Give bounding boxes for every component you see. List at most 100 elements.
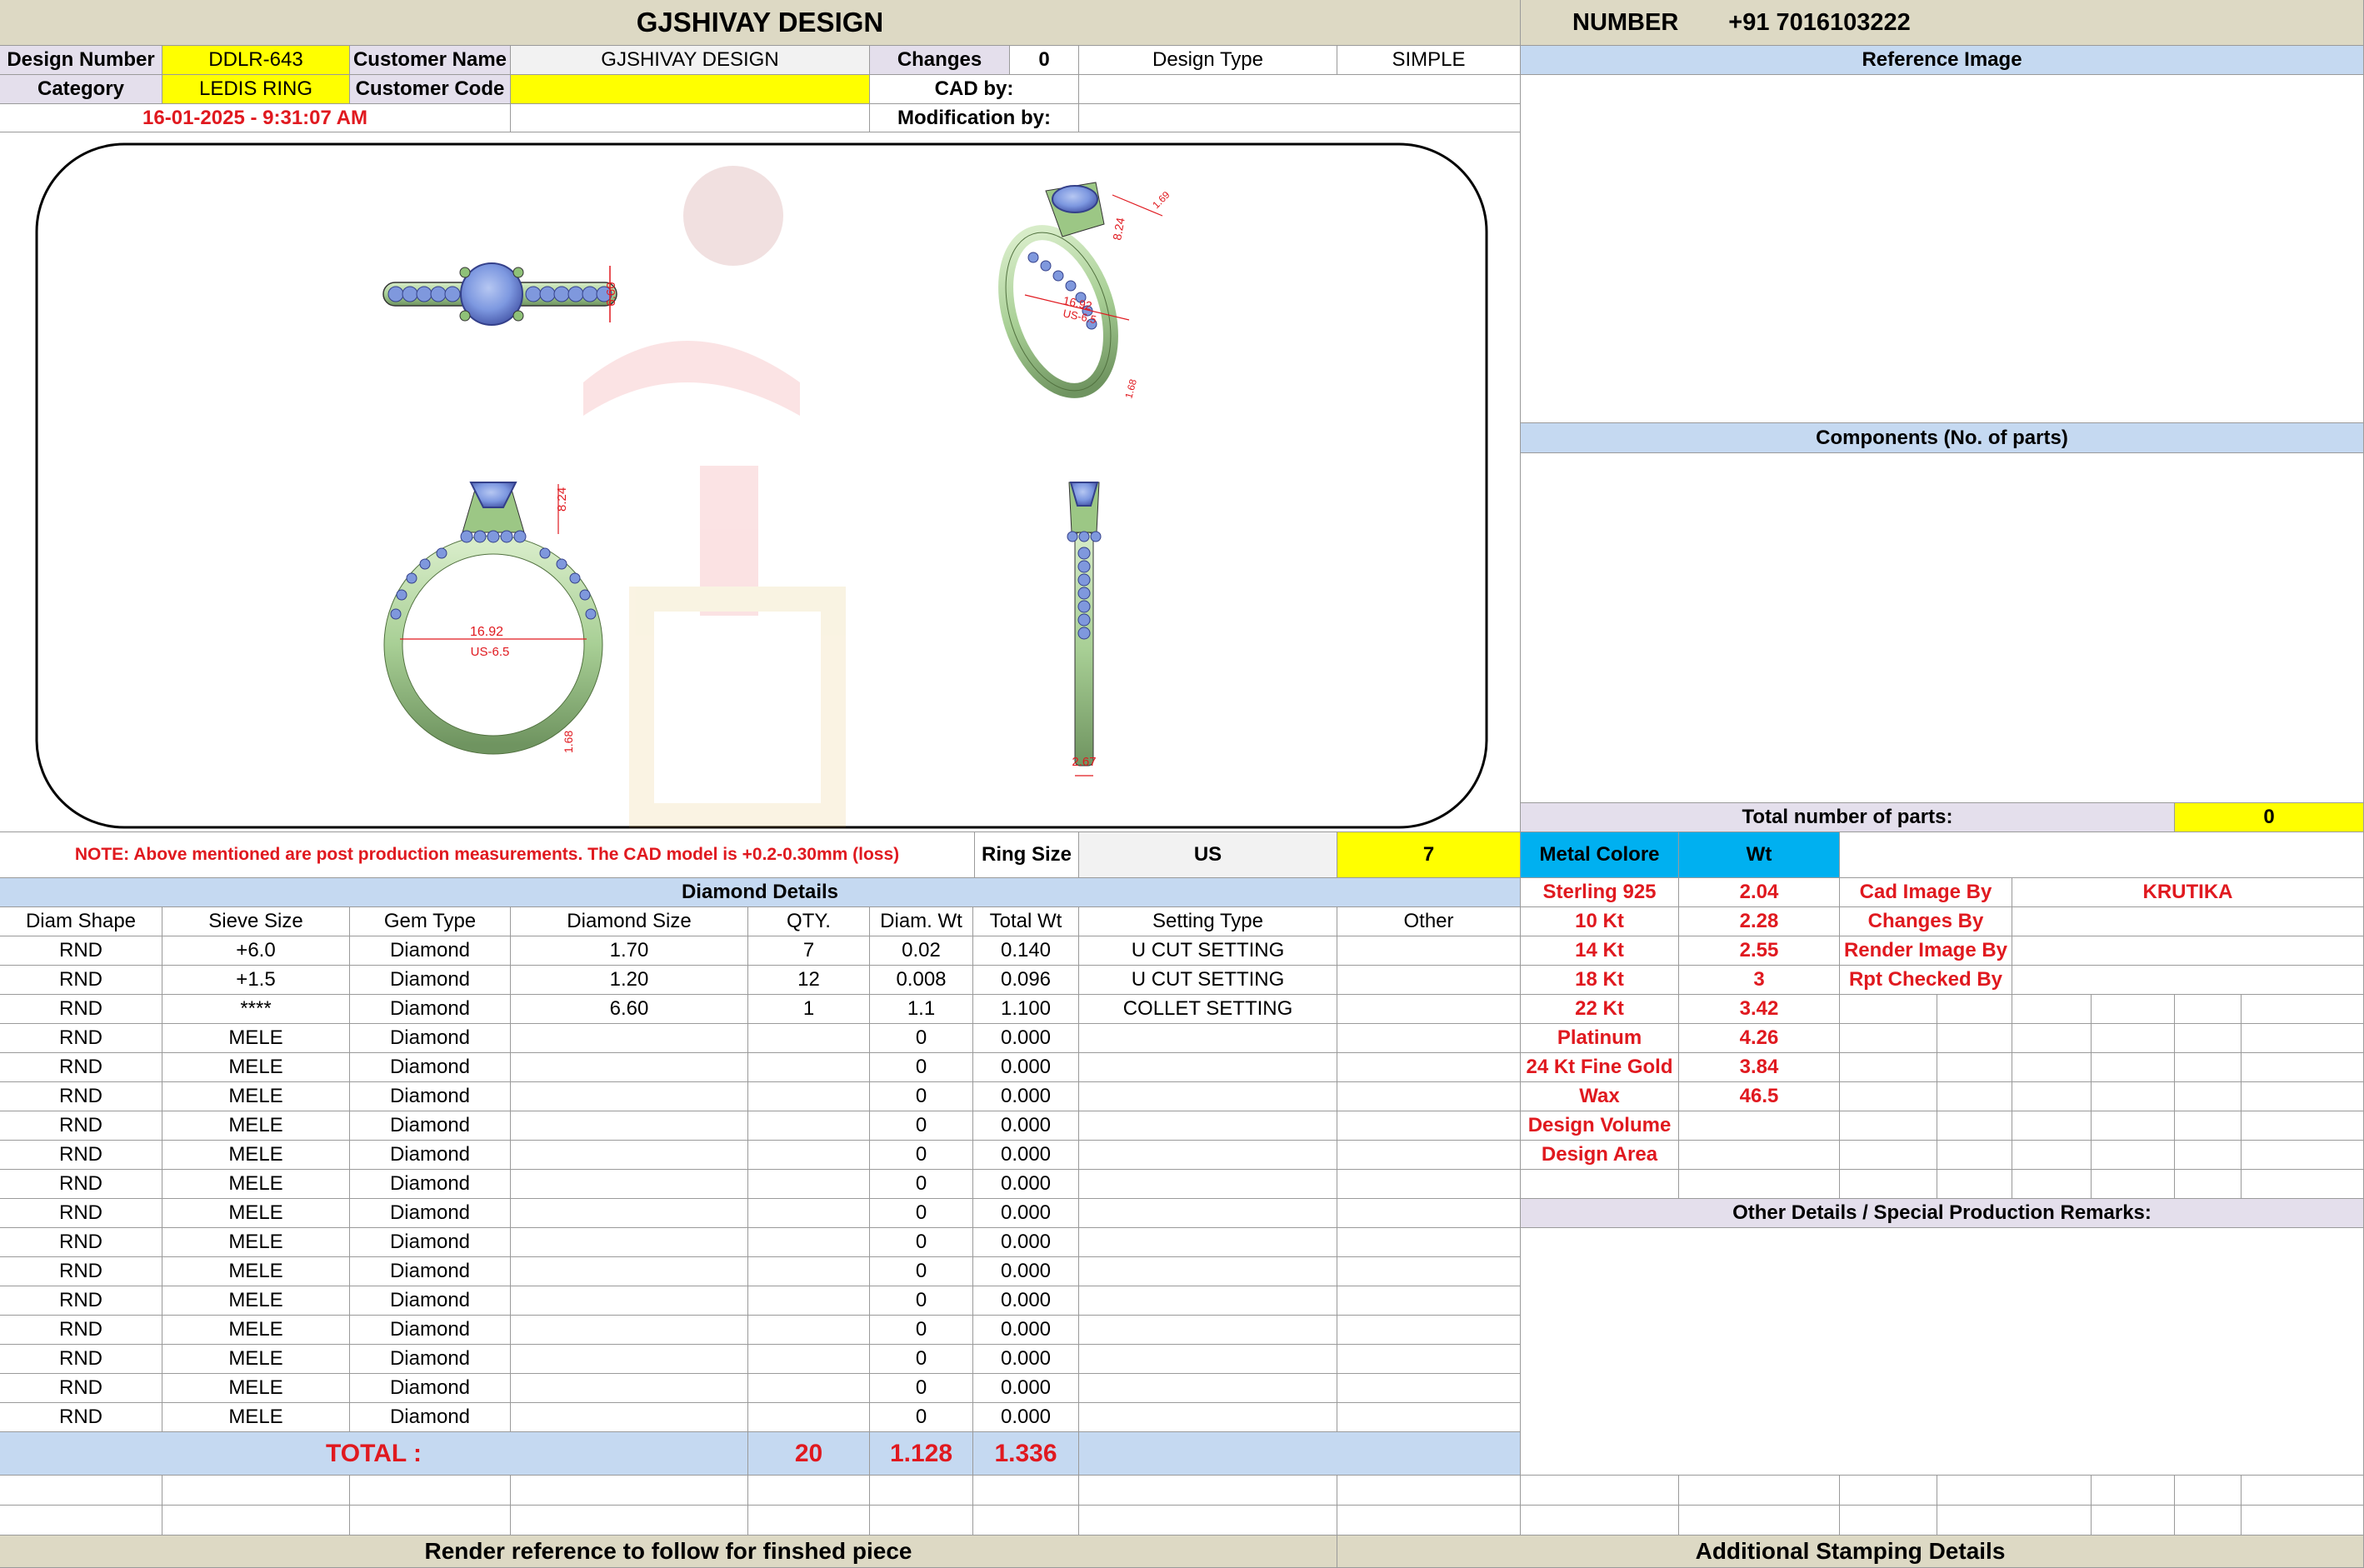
table-cell[interactable] <box>1079 1345 1337 1374</box>
table-cell: RND <box>0 1345 162 1374</box>
table-cell[interactable] <box>1337 1286 1521 1316</box>
total-wt: 1.336 <box>973 1432 1079 1476</box>
blank-cell <box>2012 1053 2092 1082</box>
category-label: Category <box>0 75 162 104</box>
table-cell[interactable] <box>1079 1111 1337 1141</box>
blank-cell <box>1337 1506 1521 1536</box>
table-cell: MELE <box>162 1228 350 1257</box>
table-cell: 0 <box>870 1024 973 1053</box>
table-cell[interactable] <box>1337 1374 1521 1403</box>
table-cell: Diamond <box>350 1170 511 1199</box>
table-cell[interactable] <box>1079 1053 1337 1082</box>
table-cell[interactable] <box>1337 1316 1521 1345</box>
blank-cell <box>1521 1170 1679 1199</box>
table-cell[interactable] <box>1337 1082 1521 1111</box>
table-cell[interactable]: U CUT SETTING <box>1079 936 1337 966</box>
blank-cell <box>870 1506 973 1536</box>
table-cell[interactable] <box>1337 1199 1521 1228</box>
ring-size-unit: US <box>1079 832 1337 878</box>
table-cell: 0 <box>870 1082 973 1111</box>
table-cell <box>748 1403 870 1432</box>
table-cell[interactable] <box>1079 1024 1337 1053</box>
column-header: Total Wt <box>973 907 1079 936</box>
table-cell[interactable] <box>1337 1141 1521 1170</box>
blank-cell <box>2092 1170 2175 1199</box>
table-cell <box>511 1316 748 1345</box>
credit-value[interactable]: KRUTIKA <box>2012 878 2364 907</box>
table-cell: RND <box>0 1024 162 1053</box>
table-cell[interactable] <box>1337 1111 1521 1141</box>
ring-size-label: Ring Size <box>975 832 1079 878</box>
table-cell[interactable] <box>1337 1170 1521 1199</box>
table-cell[interactable] <box>1337 936 1521 966</box>
design-type-value[interactable]: SIMPLE <box>1337 46 1521 75</box>
other-details-area[interactable] <box>1521 1228 2364 1476</box>
table-cell <box>511 1053 748 1082</box>
ring-size-value[interactable]: 7 <box>1337 832 1521 878</box>
cad-by-value[interactable] <box>1079 75 1521 104</box>
table-cell[interactable] <box>1079 1199 1337 1228</box>
blank-cell <box>1840 1053 1937 1082</box>
credit-value[interactable] <box>2012 936 2364 966</box>
table-cell[interactable] <box>1079 1082 1337 1111</box>
table-cell[interactable] <box>1079 1257 1337 1286</box>
column-header: Gem Type <box>350 907 511 936</box>
blank-cell <box>1937 1053 2012 1082</box>
total-parts-value[interactable]: 0 <box>2175 803 2364 832</box>
modification-by-value[interactable] <box>1079 104 1521 132</box>
table-cell[interactable] <box>1079 1170 1337 1199</box>
table-cell <box>511 1082 748 1111</box>
table-cell <box>748 1228 870 1257</box>
blank-cell <box>1840 1141 1937 1170</box>
table-cell: 0 <box>870 1403 973 1432</box>
changes-value[interactable]: 0 <box>1010 46 1079 75</box>
table-cell: 1.1 <box>870 995 973 1024</box>
table-cell: MELE <box>162 1316 350 1345</box>
table-cell[interactable] <box>1337 1403 1521 1432</box>
table-cell[interactable] <box>1079 1374 1337 1403</box>
table-cell[interactable] <box>1337 995 1521 1024</box>
table-cell <box>511 1024 748 1053</box>
table-cell: Diamond <box>350 1111 511 1141</box>
blank-cell <box>162 1476 350 1506</box>
table-cell[interactable] <box>1337 1345 1521 1374</box>
table-cell: RND <box>0 1374 162 1403</box>
table-cell[interactable] <box>1337 1053 1521 1082</box>
table-cell: Diamond <box>350 1316 511 1345</box>
metal-name: Design Volume <box>1521 1111 1679 1141</box>
design-type-label: Design Type <box>1079 46 1337 75</box>
table-cell[interactable] <box>1079 1228 1337 1257</box>
blank-cell <box>1079 1476 1337 1506</box>
table-cell[interactable] <box>1337 1228 1521 1257</box>
table-cell: MELE <box>162 1403 350 1432</box>
table-cell[interactable] <box>1079 1403 1337 1432</box>
credit-value[interactable] <box>2012 966 2364 995</box>
table-cell[interactable] <box>1337 1024 1521 1053</box>
reference-image-area <box>1521 75 2364 423</box>
table-cell[interactable]: U CUT SETTING <box>1079 966 1337 995</box>
category-value[interactable]: LEDIS RING <box>162 75 350 104</box>
wt-label: Wt <box>1679 832 1840 878</box>
table-cell[interactable] <box>1079 1286 1337 1316</box>
table-cell: Diamond <box>350 1345 511 1374</box>
design-number-value[interactable]: DDLR-643 <box>162 46 350 75</box>
table-cell: Diamond <box>350 936 511 966</box>
customer-code-value[interactable] <box>511 75 870 104</box>
table-cell[interactable] <box>1337 966 1521 995</box>
blank-cell <box>1937 1506 2092 1536</box>
table-cell: RND <box>0 1082 162 1111</box>
metal-name: 24 Kt Fine Gold <box>1521 1053 1679 1082</box>
customer-name-value[interactable]: GJSHIVAY DESIGN <box>511 46 870 75</box>
table-cell[interactable] <box>1079 1316 1337 1345</box>
other-details-header: Other Details / Special Production Remar… <box>1521 1199 2364 1228</box>
table-cell[interactable] <box>1079 1141 1337 1170</box>
components-area <box>1521 453 2364 803</box>
table-cell: MELE <box>162 1345 350 1374</box>
table-cell: RND <box>0 1403 162 1432</box>
table-cell[interactable] <box>1337 1257 1521 1286</box>
table-cell: 12 <box>748 966 870 995</box>
blank-cell <box>1679 1170 1840 1199</box>
table-cell: MELE <box>162 1024 350 1053</box>
table-cell[interactable]: COLLET SETTING <box>1079 995 1337 1024</box>
credit-value[interactable] <box>2012 907 2364 936</box>
